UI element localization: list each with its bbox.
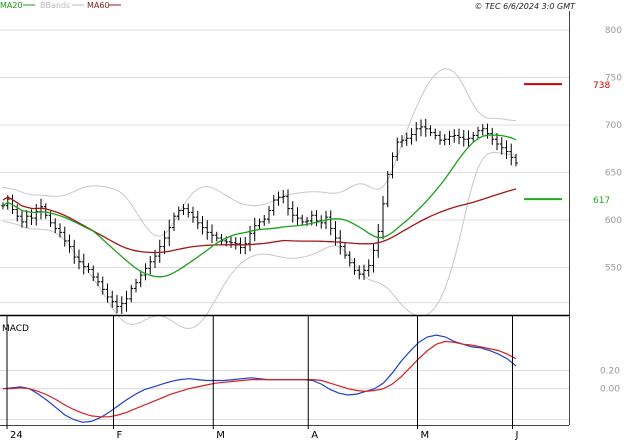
macd-y-tick-label: 0.00: [600, 385, 620, 395]
legend: MA20 BBands MA60 © TEC 6/6/2024 3:0 GMT: [0, 1, 576, 11]
x-axis-label: A: [311, 430, 318, 440]
price-y-axis: 550600650700750800: [605, 26, 622, 274]
x-axis-label: F: [117, 430, 123, 440]
price-y-tick-label: 600: [605, 216, 622, 226]
legend-ma20-label: MA20: [0, 1, 23, 10]
stock-chart: MA20 BBands MA60 © TEC 6/6/2024 3:0 GMT …: [0, 1, 622, 440]
price-y-tick-label: 650: [605, 169, 622, 179]
macd-title: MACD: [2, 324, 29, 334]
x-axis-label: 24: [10, 430, 23, 440]
price-y-tick-label: 550: [605, 264, 622, 274]
x-axis-label: M: [421, 430, 430, 440]
x-axis: 24 F M A M J: [6, 315, 519, 440]
copyright-timestamp: © TEC 6/6/2024 3:0 GMT: [475, 2, 577, 11]
price-y-tick-label: 700: [605, 121, 622, 131]
macd-y-axis: 0.00 0.20: [600, 367, 620, 395]
price-panel-background: [0, 11, 569, 315]
price-panel: 550600650700750800 738617: [0, 11, 622, 330]
macd-lines: [2, 334, 517, 423]
price-level-label: 617: [593, 196, 610, 206]
x-axis-label: M: [216, 430, 225, 440]
legend-bbands-label: BBands: [40, 1, 70, 10]
macd-line: [2, 334, 517, 423]
legend-ma60-label: MA60: [87, 1, 110, 10]
macd-panel: MACD 0.00 0.20: [0, 324, 620, 423]
macd-y-tick-label: 0.20: [600, 367, 620, 377]
price-y-tick-label: 800: [605, 26, 622, 36]
macd-gridlines: [0, 370, 569, 421]
price-level-label: 738: [593, 81, 610, 91]
x-axis-label: J: [515, 430, 519, 440]
macd-signal-line: [3, 340, 517, 418]
